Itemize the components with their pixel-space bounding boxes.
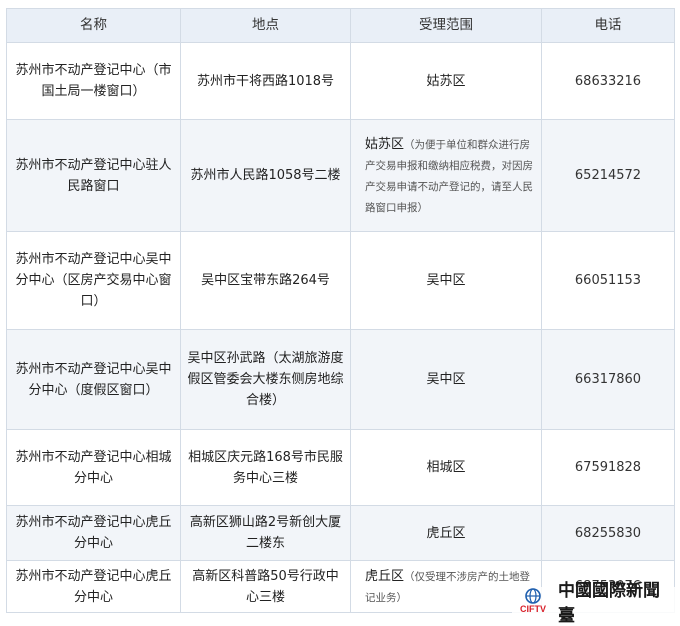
phone-number: 68255830 (541, 505, 675, 561)
table-row: 苏州市不动产登记中心驻人民路窗口 苏州市人民路1058号二楼 姑苏区（为便于单位… (6, 119, 675, 232)
scope-district: 吴中区 (426, 273, 466, 288)
phone-number: 66317860 (541, 329, 675, 430)
watermark-cn-text: 中國國際新聞臺 (558, 581, 660, 626)
office-name: 苏州市不动产登记中心吴中分中心（度假区窗口） (6, 329, 181, 430)
scope-district: 虎丘区 (426, 525, 466, 541)
scope-district: 吴中区 (426, 372, 466, 387)
header-phone: 电话 (541, 8, 675, 43)
table-row: 苏州市不动产登记中心（市国土局一楼窗口） 苏州市干将西路1018号 姑苏区 68… (6, 42, 675, 120)
table-row: 苏州市不动产登记中心虎丘分中心 高新区狮山路2号新创大厦二楼东 虎丘区 6825… (6, 505, 675, 561)
office-address: 苏州市干将西路1018号 (180, 42, 351, 120)
office-address: 吴中区孙武路（太湖旅游度假区管委会大楼东侧房地综合楼） (180, 329, 351, 430)
scope-cell: 虎丘区 (350, 505, 542, 561)
office-name: 苏州市不动产登记中心驻人民路窗口 (6, 119, 181, 232)
office-address: 相城区庆元路168号市民服务中心三楼 (180, 429, 351, 506)
scope-district: 姑苏区 (365, 136, 405, 152)
office-name: 苏州市不动产登记中心虎丘分中心 (6, 560, 181, 613)
office-address: 高新区狮山路2号新创大厦二楼东 (180, 505, 351, 561)
phone-number: 67591828 (541, 429, 675, 506)
header-address: 地点 (180, 8, 351, 43)
scope-district: 姑苏区 (426, 73, 466, 89)
scope-district: 虎丘区 (365, 568, 405, 584)
office-name: 苏州市不动产登记中心相城分中心 (6, 429, 181, 506)
office-name: 苏州市不动产登记中心吴中分中心（区房产交易中心窗口） (6, 231, 181, 330)
scope-district: 相城区 (426, 460, 466, 475)
office-address: 苏州市人民路1058号二楼 (180, 119, 351, 232)
header-name: 名称 (6, 8, 181, 43)
office-name: 苏州市不动产登记中心虎丘分中心 (6, 505, 181, 561)
table-row: 苏州市不动产登记中心相城分中心 相城区庆元路168号市民服务中心三楼 相城区 6… (6, 429, 675, 506)
phone-number: 65214572 (541, 119, 675, 232)
table-row: 苏州市不动产登记中心吴中分中心（区房产交易中心窗口） 吴中区宝带东路264号 吴… (6, 231, 675, 330)
cifty-watermark: CIFTV 中國國際新聞臺 (512, 581, 676, 626)
office-address: 高新区科普路50号行政中心三楼 (180, 560, 351, 613)
office-table: 名称 地点 受理范围 电话 苏州市不动产登记中心（市国土局一楼窗口） 苏州市干将… (6, 8, 675, 613)
scope-cell: 吴中区 (350, 329, 542, 430)
cifty-logo-icon: CIFTV (520, 588, 546, 614)
scope-cell: 吴中区 (350, 231, 542, 330)
scope-cell: 姑苏区 (350, 42, 542, 120)
logo-text: CIFTV (520, 604, 546, 614)
header-scope: 受理范围 (350, 8, 542, 43)
office-name: 苏州市不动产登记中心（市国土局一楼窗口） (6, 42, 181, 120)
office-address: 吴中区宝带东路264号 (180, 231, 351, 330)
table-row: 苏州市不动产登记中心吴中分中心（度假区窗口） 吴中区孙武路（太湖旅游度假区管委会… (6, 329, 675, 430)
phone-number: 66051153 (541, 231, 675, 330)
table-header-row: 名称 地点 受理范围 电话 (6, 8, 675, 43)
scope-cell: 相城区 (350, 429, 542, 506)
phone-number: 68633216 (541, 42, 675, 120)
scope-cell: 姑苏区（为便于单位和群众进行房产交易申报和缴纳相应税费，对因房产交易申请不动产登… (350, 119, 542, 232)
